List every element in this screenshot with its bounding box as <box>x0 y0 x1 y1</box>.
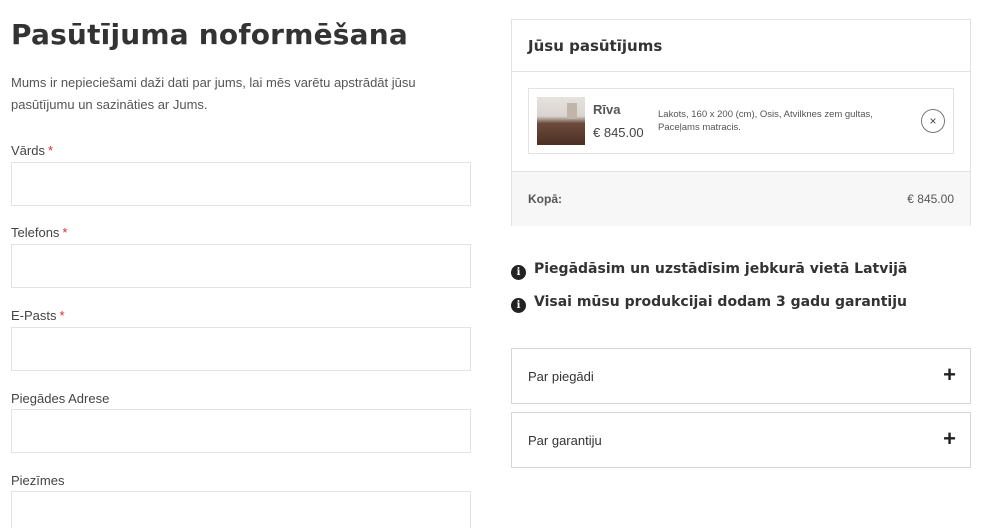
address-label: Piegādes Adrese <box>11 391 110 406</box>
page-title: Pasūtījuma noformēšana <box>11 18 408 51</box>
total-value: € 845.00 <box>907 192 954 206</box>
warranty-info: i Visai mūsu produkcijai dodam 3 gadu gar… <box>511 294 907 313</box>
order-summary-title: Jūsu pasūtījums <box>512 20 970 72</box>
total-label: Kopā: <box>528 192 562 206</box>
plus-icon: + <box>943 362 956 387</box>
product-thumbnail[interactable] <box>537 97 585 145</box>
order-total-row: Kopā: € 845.00 <box>512 171 970 226</box>
email-label: E-Pasts * <box>11 308 65 323</box>
plus-icon: + <box>943 426 956 451</box>
delivery-info-text: Piegādāsim un uzstādīsim jebkurā vietā L… <box>534 261 908 277</box>
notes-label: Piezīmes <box>11 473 65 488</box>
phone-label-text: Telefons <box>11 225 60 240</box>
product-options: Lakots, 160 x 200 (cm), Osis, Atvilknes … <box>658 109 873 133</box>
order-summary-box: Jūsu pasūtījums Rīva € 845.00 Lakots, 16… <box>511 19 971 226</box>
close-icon: × <box>929 114 937 128</box>
accordion-delivery-label: Par piegādi <box>528 369 594 384</box>
name-label-text: Vārds <box>11 143 45 158</box>
required-mark: * <box>59 308 65 323</box>
required-mark: * <box>47 143 54 158</box>
phone-input[interactable] <box>11 244 471 288</box>
accordion-delivery[interactable]: Par piegādi + <box>511 348 971 404</box>
info-icon: i <box>511 265 526 280</box>
product-name[interactable]: Rīva <box>593 102 620 117</box>
email-label-text: E-Pasts <box>11 308 57 323</box>
name-label: Vārds * <box>11 143 53 158</box>
phone-label: Telefons * <box>11 225 67 240</box>
order-item: Rīva € 845.00 Lakots, 160 x 200 (cm), Os… <box>528 88 954 154</box>
delivery-info: i Piegādāsim un uzstādīsim jebkurā vietā … <box>511 261 907 280</box>
accordion-warranty[interactable]: Par garantiju + <box>511 412 971 468</box>
required-mark: * <box>62 225 68 240</box>
notes-textarea[interactable] <box>11 491 471 528</box>
name-input[interactable] <box>11 162 471 206</box>
intro-text: Mums ir nepieciešami daži dati par jums,… <box>11 75 416 112</box>
email-input[interactable] <box>11 327 471 371</box>
info-icon: i <box>511 298 526 313</box>
product-price: € 845.00 <box>593 125 644 140</box>
accordion-warranty-label: Par garantiju <box>528 433 602 448</box>
remove-item-button[interactable]: × <box>921 109 945 133</box>
address-input[interactable] <box>11 409 471 453</box>
warranty-info-text: Visai mūsu produkcijai dodam 3 gadu gara… <box>534 294 907 310</box>
